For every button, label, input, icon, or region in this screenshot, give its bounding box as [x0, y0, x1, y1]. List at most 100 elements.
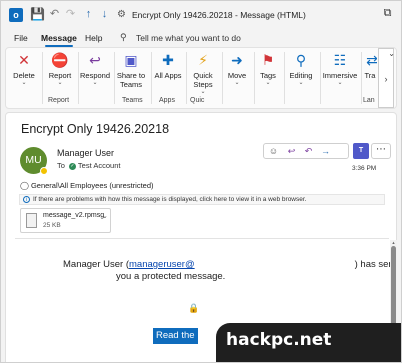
chevron-down-icon: ⌄ [92, 80, 98, 86]
editing-label: Editing [289, 71, 313, 80]
sender-name[interactable]: Manager User [57, 148, 114, 158]
info-icon: i [23, 195, 30, 203]
report-label: Report [48, 71, 72, 80]
flag-icon: ⚑ [261, 52, 275, 68]
lightbulb-icon: ⚲ [120, 32, 127, 42]
body-line-1: Manager User (manageruser@) has sent [63, 259, 396, 270]
window-title: Encrypt Only 19426.20218 - Message (HTML… [132, 10, 306, 20]
undo-icon[interactable]: ↶ [48, 8, 61, 21]
group-label-report: Report [48, 97, 70, 104]
translate-icon: ⇄ [366, 52, 377, 68]
pin-icon[interactable]: ⚙ [115, 8, 128, 21]
tell-me-search[interactable]: Tell me what you want to do [136, 33, 241, 43]
received-time: 3:36 PM [352, 165, 377, 172]
ribbon-separator [151, 52, 152, 104]
sensitivity-label[interactable]: ◯ General\All Employees (unrestricted) [20, 181, 154, 190]
chevron-down-icon: ⌄ [234, 80, 240, 86]
quick-steps-label: Quick Steps [193, 71, 213, 89]
editing-button[interactable]: ⚲ Editing ⌄ [286, 51, 316, 87]
watermark-text: hackpc.net [226, 330, 332, 350]
down-arrow-icon[interactable]: ↓ [98, 8, 111, 21]
move-label: Move [227, 71, 247, 80]
share-to-teams-button[interactable]: ▣ Share to Teams [116, 51, 146, 89]
all-apps-button[interactable]: ✚ All Apps [154, 51, 182, 80]
teams-share-icon[interactable]: T [353, 143, 369, 159]
message-actions: ☺ ↩ ↶ → [263, 143, 349, 159]
up-arrow-icon[interactable]: ↑ [82, 8, 95, 21]
delete-label: Delete [13, 71, 35, 80]
lock-icon: 🔒 [188, 303, 200, 313]
to-label: To [57, 161, 65, 170]
group-label-language: Lan [363, 97, 375, 104]
respond-button[interactable]: ↩ Respond ⌄ [80, 51, 110, 87]
emoji-reaction-icon[interactable]: ☺ [265, 144, 282, 158]
ribbon-separator [361, 52, 362, 104]
ribbon-separator [78, 52, 79, 104]
group-label-quick: Quic [190, 97, 205, 104]
attachment-name: message_v2.rpmsg [43, 212, 105, 219]
share-to-teams-label: Share to Teams [116, 71, 146, 89]
tags-button[interactable]: ⚑ Tags ⌄ [256, 51, 280, 87]
header-divider [15, 238, 389, 239]
delete-button[interactable]: ✕ Delete ⌄ [10, 51, 38, 87]
check-circle-icon: ✓ [68, 162, 76, 170]
outlook-message-window: o 💾 ↶ ↷ ↑ ↓ ⚙ Encrypt Only 19426.20218 -… [0, 0, 402, 363]
tab-file[interactable]: File [14, 33, 28, 43]
restore-window-icon[interactable]: ⧉ [381, 7, 394, 20]
title-bar: o 💾 ↶ ↷ ↑ ↓ ⚙ Encrypt Only 19426.20218 -… [1, 1, 401, 29]
tab-message[interactable]: Message [41, 33, 77, 43]
translate-button[interactable]: ⇄ Tra [363, 51, 378, 80]
teams-icon: ▣ [124, 52, 138, 68]
chevron-down-icon: ⌄ [200, 89, 206, 95]
reply-icon[interactable]: ↩ [283, 144, 300, 158]
info-bar[interactable]: i If there are problems with how this mes… [19, 194, 385, 205]
redo-icon[interactable]: ↷ [64, 8, 77, 21]
ribbon-separator [284, 52, 285, 104]
presence-status-icon [40, 167, 48, 175]
quick-steps-button[interactable]: ⚡ Quick Steps ⌄ [188, 51, 218, 96]
outlook-logo-icon: o [9, 8, 23, 22]
all-apps-label: All Apps [154, 71, 182, 80]
forward-icon[interactable]: → [317, 144, 334, 158]
body-line-2: you a protected message. [116, 271, 226, 282]
immersive-button[interactable]: ☷ Immersive ⌄ [322, 51, 358, 87]
delete-icon: ✕ [18, 52, 30, 68]
translate-label: Tra [364, 71, 376, 80]
move-folder-icon: ➜ [231, 52, 243, 68]
chevron-down-icon: ⌄ [298, 80, 304, 86]
group-label-apps: Apps [159, 97, 175, 104]
reply-icon: ↩ [89, 52, 101, 68]
respond-label: Respond [80, 71, 111, 80]
chevron-down-icon: ⌄ [21, 80, 27, 86]
save-icon[interactable]: 💾 [30, 8, 45, 21]
recipient-name[interactable]: Test Account [78, 161, 121, 170]
message-subject: Encrypt Only 19426.20218 [21, 122, 170, 136]
tab-help[interactable]: Help [85, 33, 102, 43]
lightning-icon: ⚡ [198, 52, 208, 68]
collapse-ribbon-icon[interactable]: ⌄ [388, 49, 395, 58]
sender-email-link[interactable]: manageruser@ [129, 259, 195, 270]
apps-grid-icon: ✚ [162, 52, 174, 68]
read-message-link[interactable]: Read the [153, 328, 198, 344]
watermark: hackpc.net [216, 323, 401, 362]
shield-report-icon: ⛔ [51, 52, 69, 68]
chevron-down-icon: ⌄ [337, 80, 343, 86]
classification-text: General\All Employees (unrestricted) [30, 181, 154, 190]
move-button[interactable]: ➜ Move ⌄ [224, 51, 250, 87]
ribbon: ✕ Delete ⌄ ⛔ Report ⌄ Report ↩ Respond ⌄… [5, 47, 397, 109]
attachment-size: 25 KB [43, 222, 61, 229]
attachment-chevron-down-icon[interactable]: ⌄ [102, 212, 108, 220]
menu-bar: File Message Help ⚲ Tell me what you wan… [1, 29, 401, 47]
report-button[interactable]: ⛔ Report ⌄ [45, 51, 75, 87]
magnifier-edit-icon: ⚲ [295, 52, 307, 68]
more-options-icon[interactable]: ⋯ [371, 143, 391, 159]
ribbon-separator [42, 52, 43, 104]
ribbon-separator [222, 52, 223, 104]
attachment-card[interactable]: message_v2.rpmsg 25 KB [20, 208, 111, 233]
file-icon [26, 213, 37, 228]
group-label-teams: Teams [122, 97, 143, 104]
chevron-down-icon: ⌄ [57, 80, 63, 86]
info-bar-text: If there are problems with how this mess… [33, 196, 307, 203]
ribbon-separator [320, 52, 321, 104]
reply-all-icon[interactable]: ↶ [300, 144, 317, 158]
